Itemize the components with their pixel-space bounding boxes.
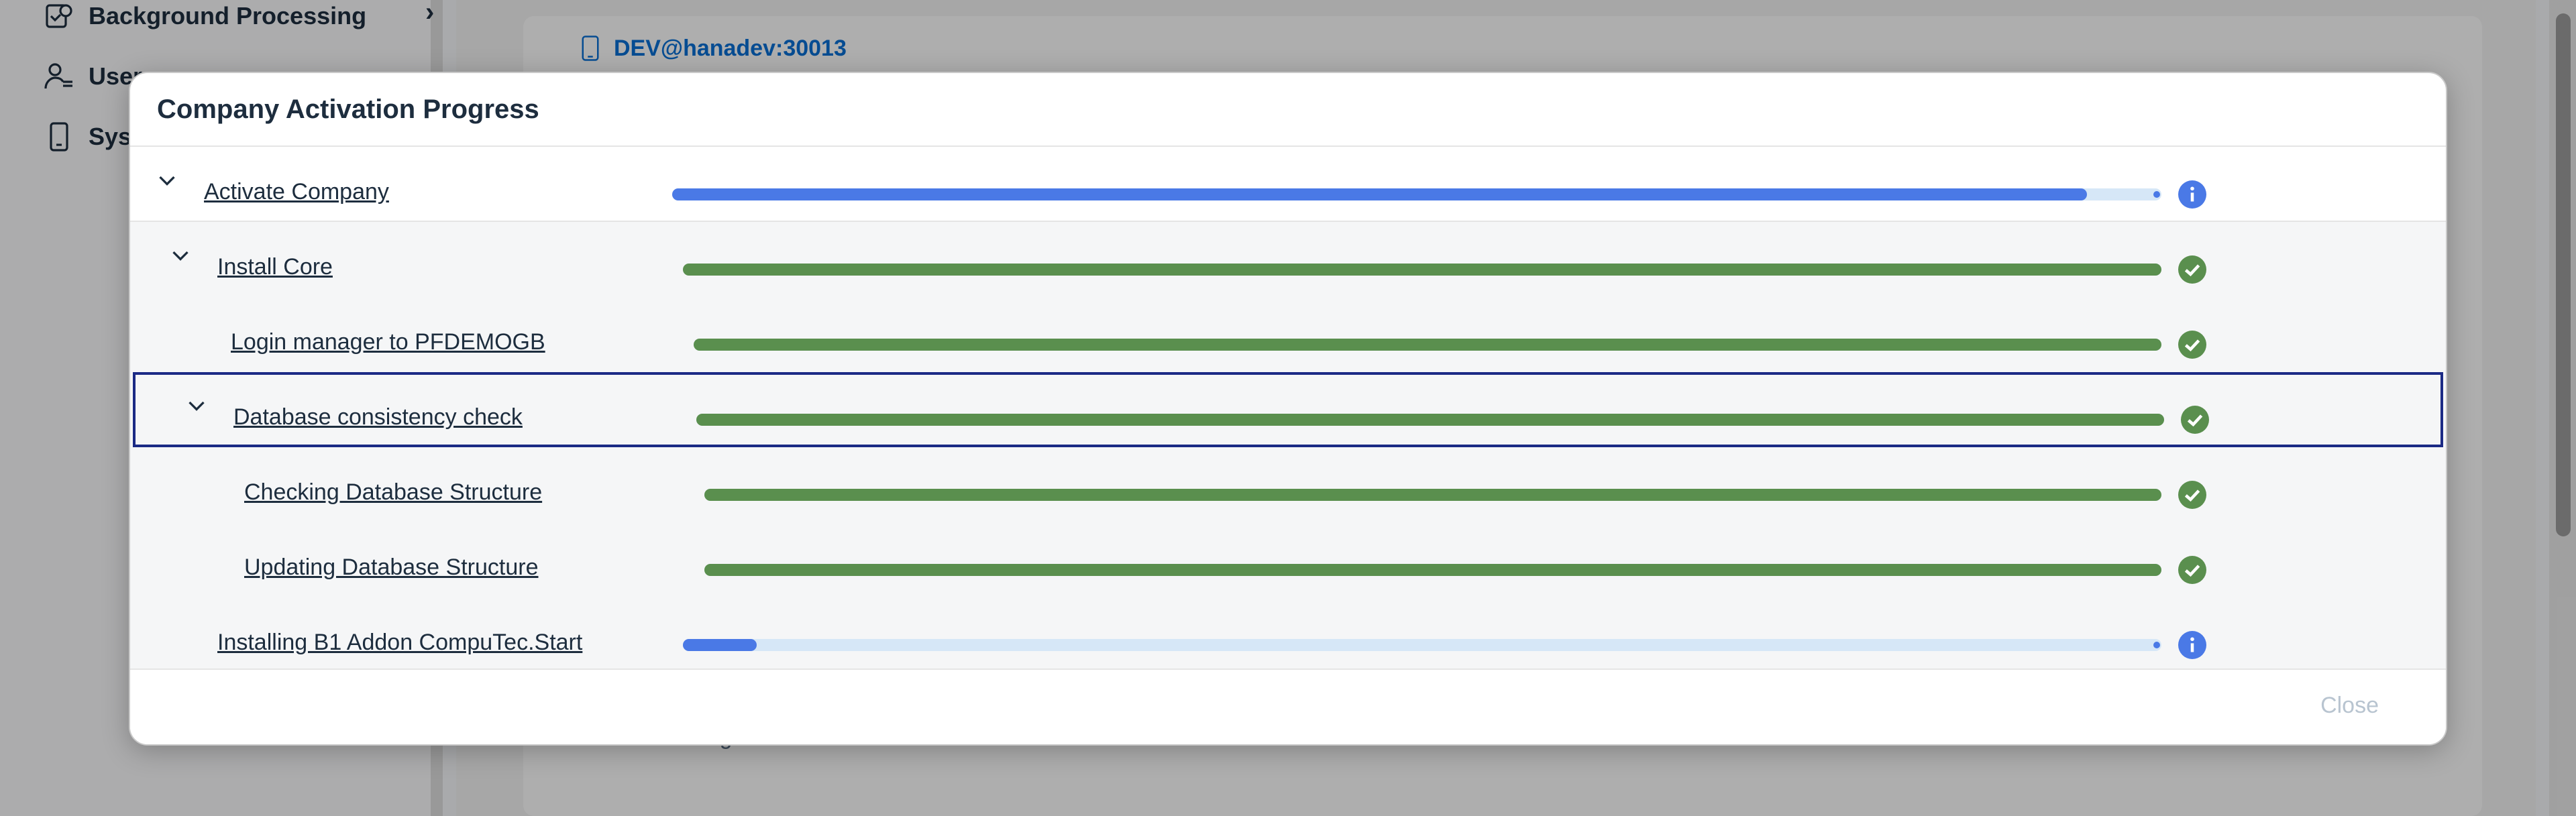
progress-bar [683,639,2161,651]
success-check-icon [2178,255,2206,284]
progress-row[interactable]: Database consistency check [133,372,2443,447]
close-button[interactable]: Close [2320,693,2379,719]
chevron-down-icon[interactable] [170,246,191,266]
progress-row[interactable]: Login manager to PFDEMOGB [130,297,2446,372]
progress-bar-fill [683,639,757,651]
step-label[interactable]: Install Core [217,254,333,280]
step-label[interactable]: Activate Company [204,179,389,205]
step-label[interactable]: Installing B1 Addon CompuTec.Start [217,630,582,656]
progress-bar [704,564,2161,576]
progress-bar [696,414,2164,426]
progress-bar-fill [696,414,2164,426]
step-label[interactable]: Checking Database Structure [244,479,542,506]
progress-bar-fill [704,564,2161,576]
progress-bar-fill [672,188,2087,200]
company-activation-dialog: Company Activation Progress Activate Com… [129,72,2447,746]
chevron-down-icon[interactable] [186,396,207,416]
step-label[interactable]: Updating Database Structure [244,555,538,581]
info-icon [2178,180,2206,209]
dialog-title: Company Activation Progress [157,94,539,124]
chevron-down-icon[interactable] [157,171,177,191]
step-label[interactable]: Login manager to PFDEMOGB [231,329,545,355]
progress-row[interactable]: Install Core [130,222,2446,297]
success-check-icon [2178,556,2206,584]
progress-list: Activate Company Install Core Login manage… [130,147,2446,670]
progress-row[interactable]: Updating Database Structure [130,522,2446,597]
progress-row[interactable]: Activate Company [130,147,2446,222]
progress-row[interactable]: Installing B1 Addon CompuTec.Start [130,597,2446,673]
step-label[interactable]: Database consistency check [233,404,523,430]
progress-bar-fill [694,339,2161,351]
progress-bar [672,188,2161,200]
success-check-icon [2178,481,2206,509]
progress-row[interactable]: Checking Database Structure [130,447,2446,522]
success-check-icon [2181,406,2209,434]
progress-bar-fill [704,489,2161,501]
info-icon [2178,631,2206,659]
progress-end-marker [2153,191,2160,198]
progress-bar [694,339,2161,351]
progress-bar-fill [683,264,2161,276]
progress-bar [704,489,2161,501]
progress-end-marker [2153,642,2160,648]
dialog-footer: Close [130,668,2446,744]
success-check-icon [2178,331,2206,359]
dialog-header: Company Activation Progress [130,73,2446,147]
progress-bar [683,264,2161,276]
